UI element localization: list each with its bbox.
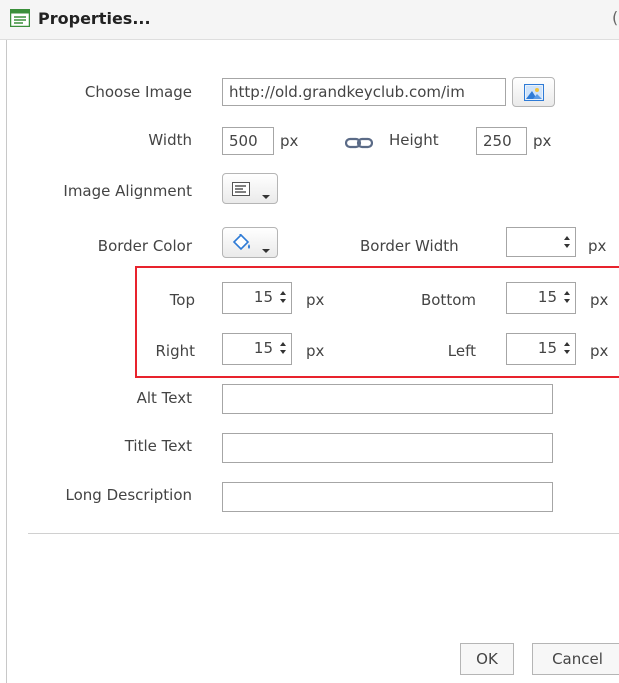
- margin-top-label: Top: [169, 291, 195, 309]
- margin-left-unit: px: [590, 342, 609, 360]
- paint-bucket-icon: [231, 231, 253, 252]
- margin-right-label: Right: [155, 342, 196, 360]
- alt-text-input[interactable]: [222, 384, 553, 414]
- choose-image-label: Choose Image: [84, 83, 192, 101]
- title-text-input[interactable]: [222, 433, 553, 463]
- ok-button[interactable]: OK: [460, 643, 514, 675]
- dialog-title-edge: (: [612, 8, 619, 27]
- long-description-label: Long Description: [65, 486, 193, 504]
- image-alignment-dropdown[interactable]: [222, 173, 278, 204]
- margin-right-value: 15: [253, 339, 273, 357]
- width-input[interactable]: 500: [222, 127, 274, 155]
- border-color-dropdown[interactable]: [222, 227, 278, 258]
- cancel-button[interactable]: Cancel: [532, 643, 619, 675]
- spinner-arrows-icon[interactable]: [278, 337, 288, 359]
- align-left-icon: [232, 182, 250, 196]
- dialog-left-border: [6, 40, 7, 683]
- browse-image-button[interactable]: [512, 77, 555, 107]
- spinner-arrows-icon[interactable]: [562, 337, 572, 359]
- properties-icon: [9, 8, 31, 28]
- border-width-label: Border Width: [360, 237, 459, 255]
- border-color-label: Border Color: [97, 237, 192, 255]
- margin-bottom-label: Bottom: [420, 291, 476, 309]
- long-description-input[interactable]: [222, 482, 553, 512]
- alt-text-label: Alt Text: [136, 389, 192, 407]
- link-chain-icon[interactable]: [344, 135, 374, 149]
- dialog-title: Properties...: [38, 9, 151, 28]
- margin-top-value: 15: [253, 288, 273, 306]
- image-picture-icon: [523, 83, 545, 102]
- margin-bottom-value: 15: [537, 288, 557, 306]
- margin-left-value: 15: [537, 339, 557, 357]
- width-label: Width: [148, 131, 192, 149]
- chevron-down-icon: [262, 240, 270, 253]
- margin-bottom-unit: px: [590, 291, 609, 309]
- border-width-stepper[interactable]: [506, 227, 576, 257]
- choose-image-input[interactable]: http://old.grandkeyclub.com/im: [222, 78, 506, 106]
- margin-top-stepper[interactable]: 15: [222, 282, 292, 314]
- width-unit: px: [280, 132, 299, 150]
- title-text-label: Title Text: [124, 437, 192, 455]
- footer-divider: [28, 533, 619, 534]
- margin-top-unit: px: [306, 291, 325, 309]
- image-alignment-label: Image Alignment: [63, 182, 192, 200]
- margin-right-stepper[interactable]: 15: [222, 333, 292, 365]
- spinner-arrows-icon[interactable]: [278, 286, 288, 308]
- height-unit: px: [533, 132, 552, 150]
- spinner-arrows-icon[interactable]: [562, 231, 572, 253]
- dialog-titlebar[interactable]: Properties... (: [0, 0, 619, 40]
- margin-bottom-stepper[interactable]: 15: [506, 282, 576, 314]
- border-width-unit: px: [588, 237, 607, 255]
- chevron-down-icon: [262, 186, 270, 199]
- margin-left-label: Left: [447, 342, 476, 360]
- height-label: Height: [389, 131, 439, 149]
- height-input[interactable]: 250: [476, 127, 527, 155]
- margin-right-unit: px: [306, 342, 325, 360]
- spinner-arrows-icon[interactable]: [562, 286, 572, 308]
- margin-left-stepper[interactable]: 15: [506, 333, 576, 365]
